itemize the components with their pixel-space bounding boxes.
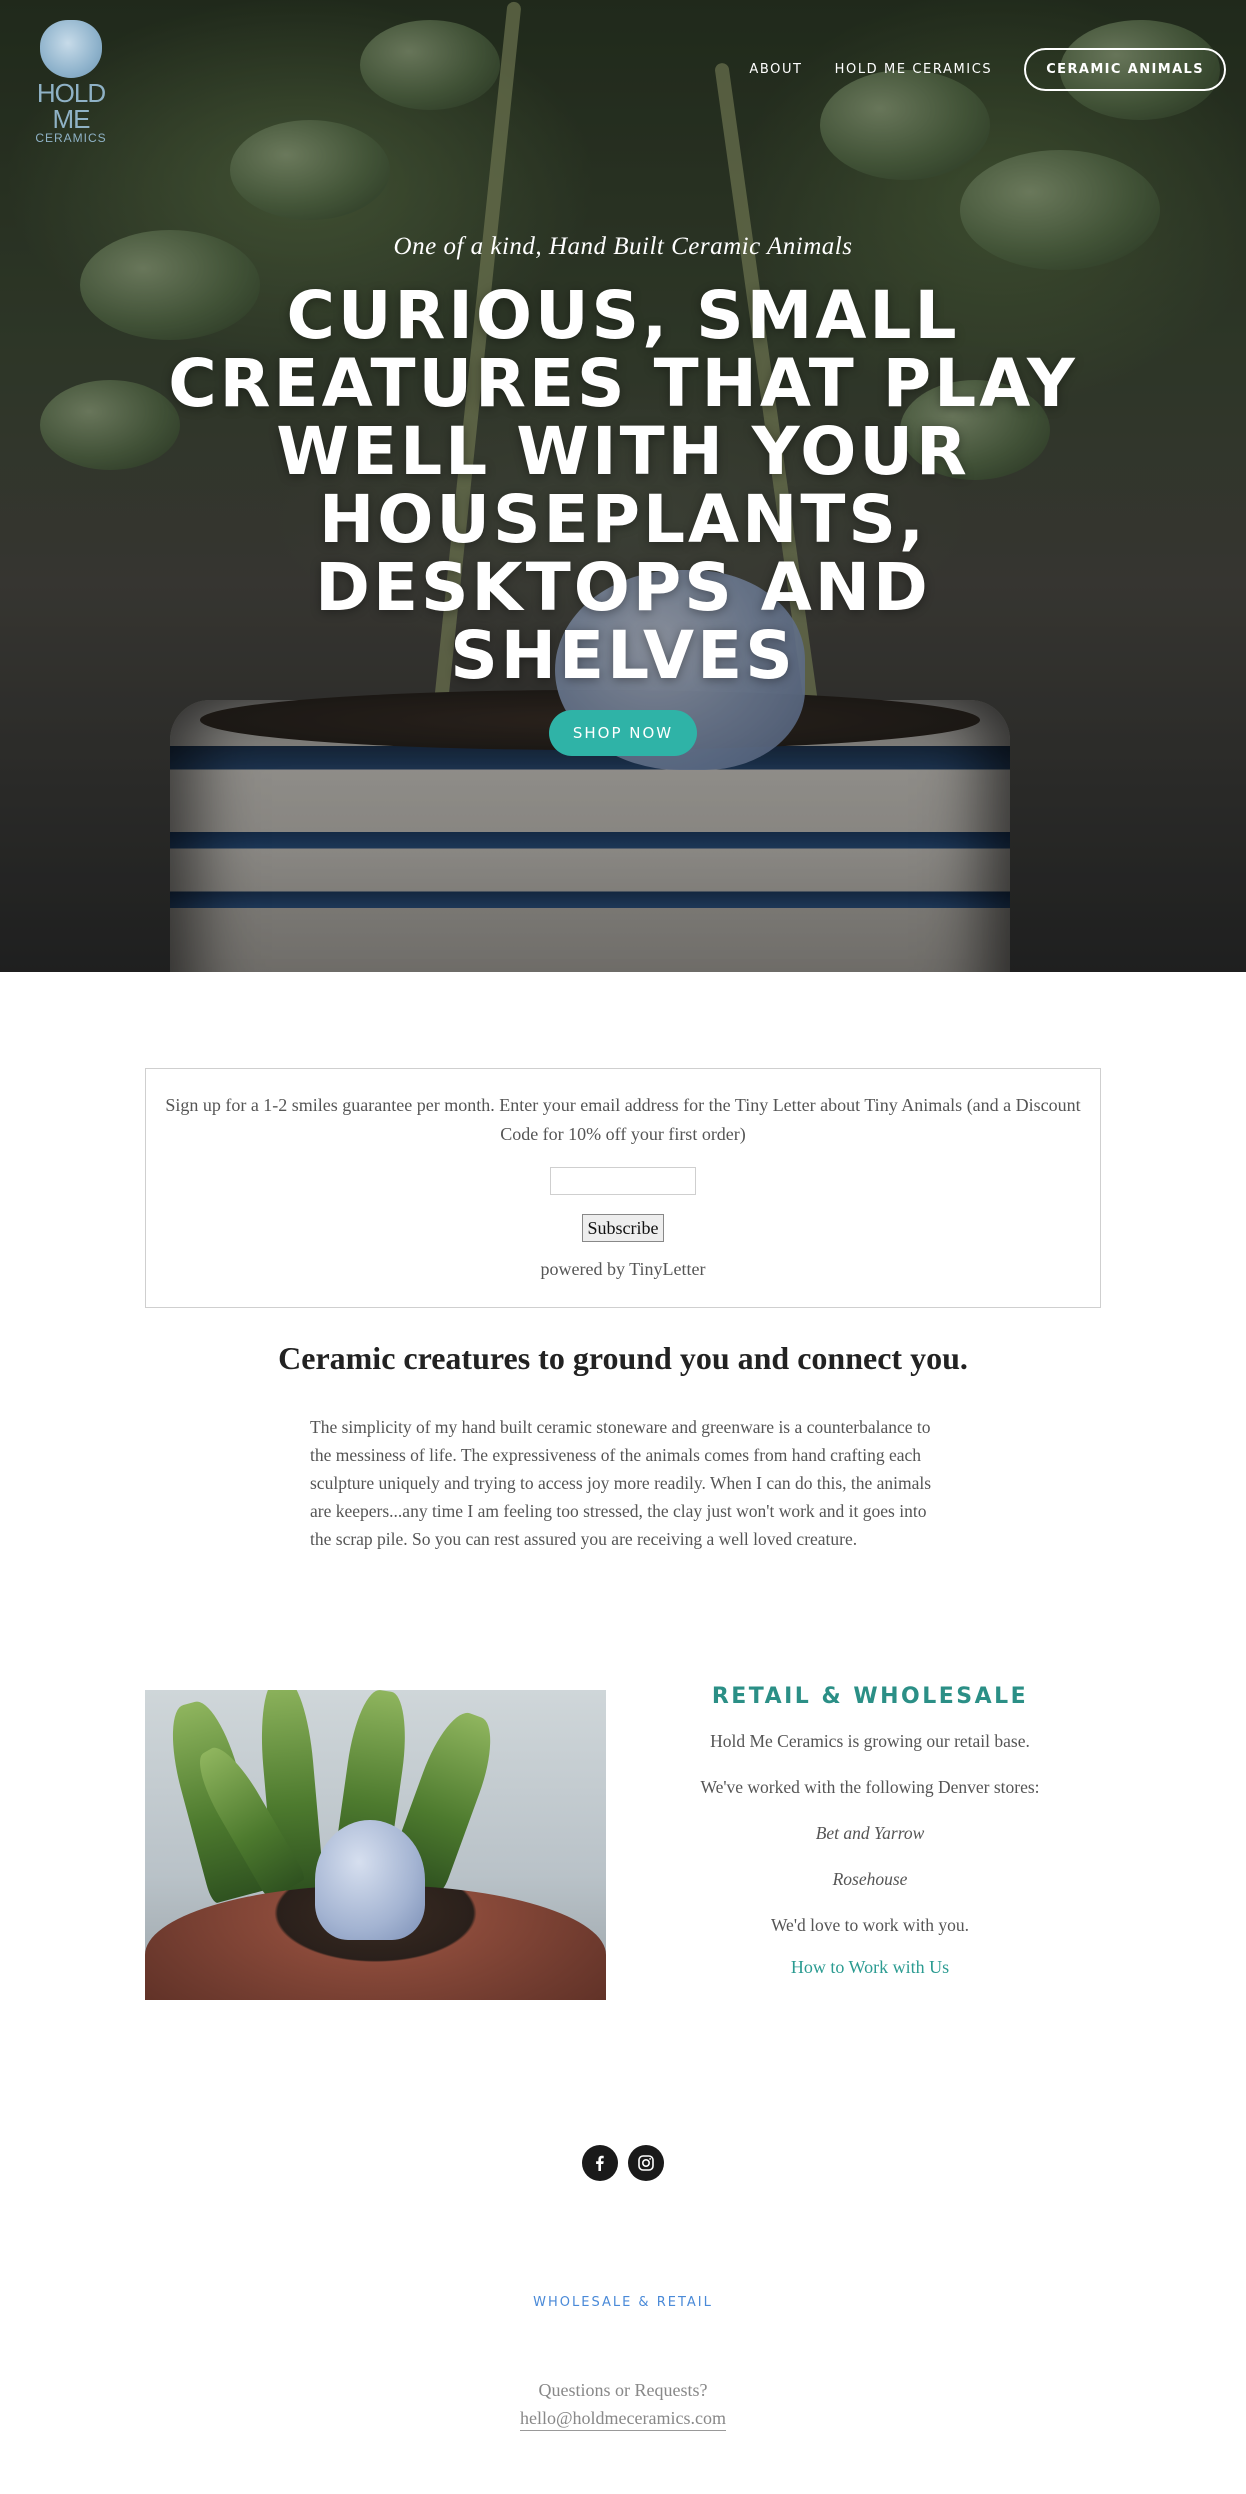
main-nav: ABOUT HOLD ME CERAMICS CERAMIC ANIMALS	[749, 48, 1226, 91]
retail-title: RETAIL & WHOLESALE	[711, 1684, 1029, 1709]
signup-text: Sign up for a 1-2 smiles guarantee per m…	[165, 1095, 1081, 1144]
footer-email-link[interactable]: hello@holdmeceramics.com	[519, 2406, 726, 2431]
retail-section: RETAIL & WHOLESALE Hold Me Ceramics is g…	[690, 1684, 1050, 1978]
email-input[interactable]	[550, 1167, 696, 1195]
nav-hold-me-ceramics[interactable]: HOLD ME CERAMICS	[835, 62, 993, 77]
hero-section: HOLD ME CERAMICS ABOUT HOLD ME CERAMICS …	[0, 0, 1246, 972]
how-to-work-with-us-link[interactable]: How to Work with Us	[791, 1957, 949, 1977]
shop-now-button[interactable]: SHOP NOW	[549, 710, 697, 756]
store-bet-and-yarrow: Bet and Yarrow	[815, 1823, 925, 1843]
powered-by-tinyletter[interactable]: powered by TinyLetter	[146, 1259, 1100, 1280]
hero-title: CURIOUS, SMALL CREATURES THAT PLAY WELL …	[168, 277, 1078, 694]
retail-line-3: We'd love to work with you.	[770, 1915, 970, 1935]
facebook-icon	[596, 2155, 604, 2171]
newsletter-signup: Sign up for a 1-2 smiles guarantee per m…	[145, 1068, 1101, 1308]
footer-contact: Questions or Requests? hello@holdmeceram…	[0, 2376, 1246, 2432]
store-rosehouse: Rosehouse	[832, 1869, 908, 1889]
social-links	[582, 2145, 674, 2181]
nav-ceramic-animals-button[interactable]: CERAMIC ANIMALS	[1024, 48, 1226, 91]
sloth-logo-icon	[40, 20, 102, 78]
footer-question: Questions or Requests?	[538, 2380, 708, 2400]
footer-wholesale-retail-link[interactable]: WHOLESALE & RETAIL	[0, 2295, 1246, 2310]
instagram-button[interactable]	[628, 2145, 664, 2181]
retail-line-1: Hold Me Ceramics is growing our retail b…	[710, 1731, 1030, 1751]
subscribe-button[interactable]: Subscribe	[582, 1214, 664, 1242]
facebook-button[interactable]	[582, 2145, 618, 2181]
retail-line-2: We've worked with the following Denver s…	[700, 1777, 1040, 1797]
site-logo[interactable]: HOLD ME CERAMICS	[18, 20, 124, 144]
instagram-icon	[638, 2155, 654, 2171]
retail-photo	[145, 1690, 606, 2000]
photo-ceramic-llama	[315, 1820, 425, 1940]
logo-name: HOLD ME	[36, 78, 106, 134]
logo-sub: CERAMICS	[35, 131, 107, 145]
hero-tagline: One of a kind, Hand Built Ceramic Animal…	[393, 233, 853, 260]
nav-about[interactable]: ABOUT	[749, 62, 802, 77]
intro-body: The simplicity of my hand built ceramic …	[310, 1417, 932, 1549]
intro-heading: Ceramic creatures to ground you and conn…	[278, 1340, 968, 1376]
